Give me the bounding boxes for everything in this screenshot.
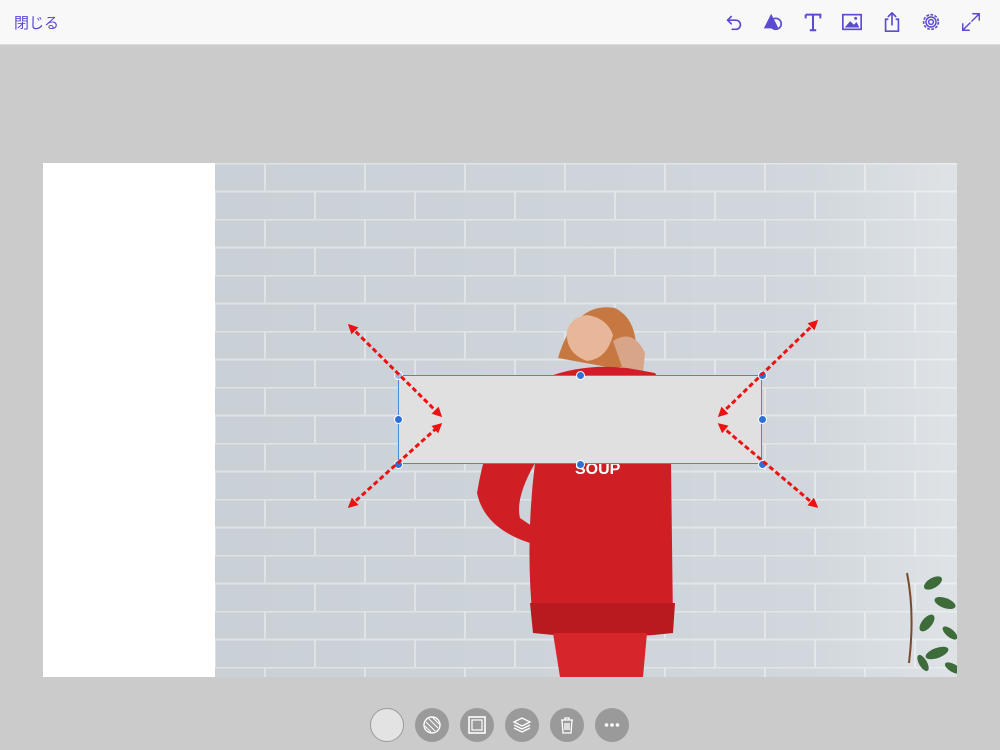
top-toolbar: 閉じる	[0, 0, 1000, 45]
opacity-button[interactable]	[415, 708, 449, 742]
slide-canvas[interactable]: SOUP	[43, 163, 957, 677]
layers-icon	[512, 717, 532, 733]
resize-handle-top[interactable]	[576, 371, 585, 380]
shapes-button[interactable]	[761, 10, 785, 34]
text-button[interactable]	[801, 10, 825, 34]
opacity-icon	[423, 716, 441, 734]
border-icon	[468, 716, 486, 734]
resize-handle-bottom-left[interactable]	[394, 460, 403, 469]
layers-button[interactable]	[505, 708, 539, 742]
share-icon	[884, 12, 900, 32]
image-icon	[842, 13, 862, 31]
color-swatch-button[interactable]	[370, 708, 404, 742]
selected-rectangle-shape[interactable]	[394, 371, 767, 469]
fullscreen-icon	[962, 13, 980, 31]
resize-handle-right[interactable]	[758, 415, 767, 424]
text-icon	[804, 13, 822, 32]
settings-icon	[922, 13, 940, 31]
more-icon	[604, 723, 620, 727]
share-button[interactable]	[880, 10, 904, 34]
settings-button[interactable]	[919, 10, 943, 34]
more-button[interactable]	[595, 708, 629, 742]
shapes-icon	[763, 13, 783, 31]
undo-button[interactable]	[722, 10, 746, 34]
delete-button[interactable]	[550, 708, 584, 742]
trash-icon	[561, 717, 573, 734]
fullscreen-button[interactable]	[959, 10, 983, 34]
resize-handle-left[interactable]	[394, 415, 403, 424]
image-button[interactable]	[840, 10, 864, 34]
border-button[interactable]	[460, 708, 494, 742]
resize-handle-top-right[interactable]	[758, 371, 767, 380]
resize-handle-bottom[interactable]	[576, 460, 585, 469]
resize-handle-top-left[interactable]	[394, 371, 403, 380]
resize-handle-bottom-right[interactable]	[758, 460, 767, 469]
close-button[interactable]: 閉じる	[14, 12, 59, 33]
undo-icon	[726, 15, 742, 31]
bottom-toolbar	[0, 706, 1000, 746]
